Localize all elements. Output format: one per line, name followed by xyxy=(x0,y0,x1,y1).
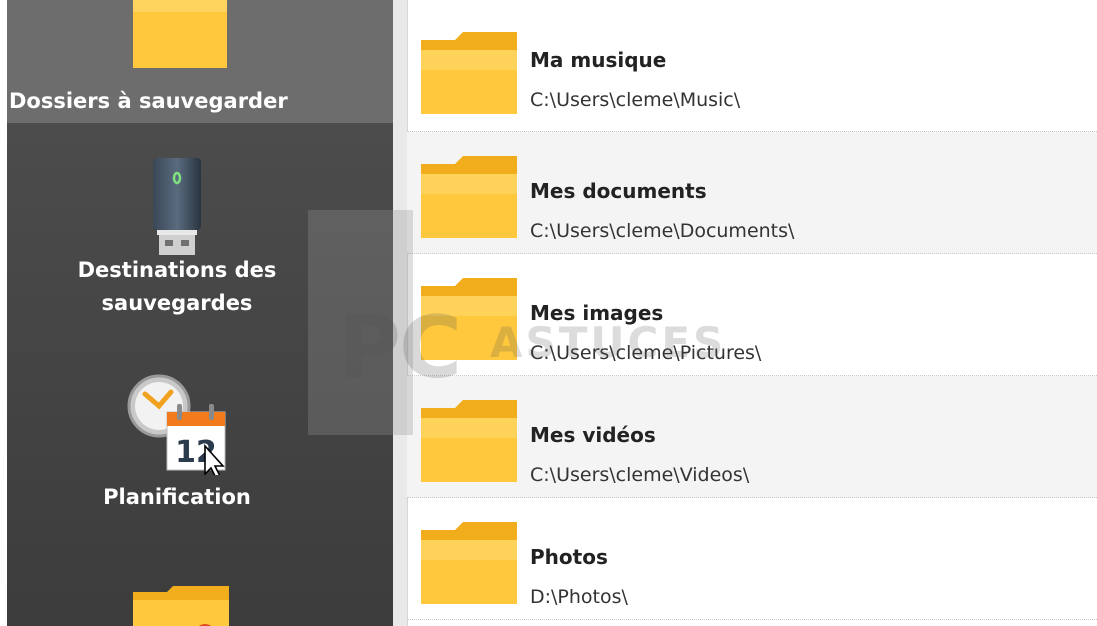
folder-row[interactable]: Mes documents C:\Users\cleme\Documents\ xyxy=(407,132,1097,254)
folder-row[interactable]: Mes vidéos C:\Users\cleme\Videos\ xyxy=(407,376,1097,498)
panel-divider xyxy=(393,0,408,626)
folder-name: Mes documents xyxy=(530,179,707,203)
folder-path: C:\Users\cleme\Documents\ xyxy=(530,220,795,242)
folder-icon xyxy=(421,522,517,604)
folder-icon xyxy=(421,400,517,482)
folder-icon xyxy=(421,156,517,238)
sidebar: Dossiers à sauvegarder Destinations des … xyxy=(7,0,393,626)
folder-name: Mes images xyxy=(530,301,664,325)
sidebar-item-label: Destinations des sauvegardes xyxy=(77,258,277,315)
sidebar-item-folder-alert[interactable] xyxy=(7,580,393,626)
folder-name: Mes vidéos xyxy=(530,423,656,447)
folder-path: D:\Photos\ xyxy=(530,586,628,608)
sidebar-item-destinations[interactable]: Destinations des sauvegardes xyxy=(7,150,393,340)
folder-icon xyxy=(421,32,517,114)
folder-row[interactable]: Ma musique C:\Users\cleme\Music\ xyxy=(407,10,1097,132)
folder-alert-icon xyxy=(133,586,229,626)
sidebar-item-label: Planification xyxy=(103,485,251,509)
folder-path: C:\Users\cleme\Pictures\ xyxy=(530,342,762,364)
folder-name: Photos xyxy=(530,545,608,569)
folder-icon xyxy=(133,0,227,68)
app-window: Dossiers à sauvegarder Destinations des … xyxy=(0,0,1097,626)
sidebar-item-dossiers[interactable]: Dossiers à sauvegarder xyxy=(7,0,393,123)
usb-drive-icon xyxy=(153,158,201,255)
folder-path: C:\Users\cleme\Music\ xyxy=(530,89,741,111)
folder-list: Ma musique C:\Users\cleme\Music\ Mes doc… xyxy=(407,0,1097,626)
folder-row[interactable]: Mes images C:\Users\cleme\Pictures\ xyxy=(407,254,1097,376)
folder-path: C:\Users\cleme\Videos\ xyxy=(530,464,750,486)
sidebar-item-planification[interactable]: 12 Planification xyxy=(7,370,393,530)
folder-icon xyxy=(421,278,517,360)
folder-row[interactable]: Photos D:\Photos\ xyxy=(407,498,1097,620)
folder-name: Ma musique xyxy=(530,48,667,72)
sidebar-item-label: Dossiers à sauvegarder xyxy=(9,89,288,113)
clock-calendar-icon: 12 xyxy=(127,374,226,475)
